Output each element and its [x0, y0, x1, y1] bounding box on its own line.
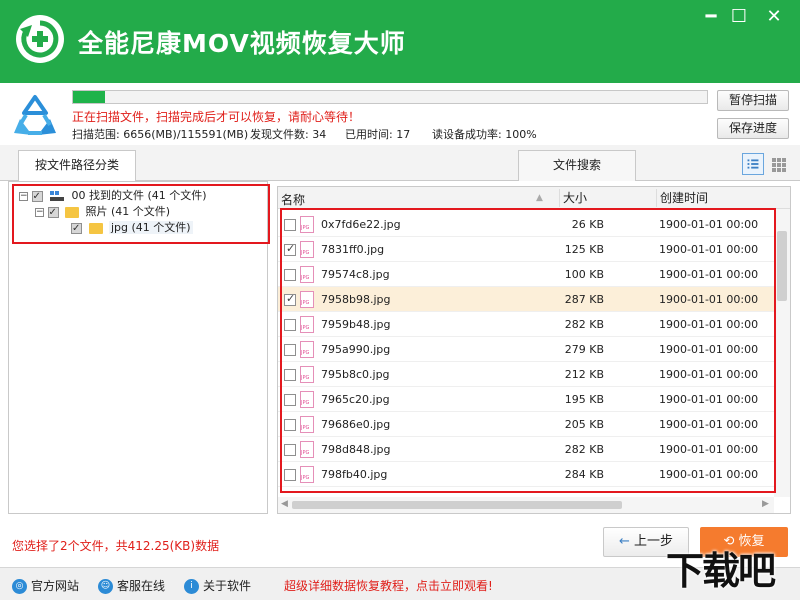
horizontal-scrollbar[interactable]: ◀ ▶	[278, 497, 774, 513]
watermark-text: 下载吧	[666, 549, 776, 593]
column-size-header[interactable]: 大小	[559, 189, 587, 207]
scan-range: 扫描范围: 6656(MB)/115591(MB)	[72, 128, 249, 141]
list-highlight-box	[280, 208, 776, 493]
save-progress-button[interactable]: 保存进度	[717, 118, 789, 139]
grid-view-icon[interactable]	[768, 153, 790, 175]
vertical-scrollbar[interactable]	[774, 209, 790, 497]
found-count: 发现文件数: 34	[250, 128, 327, 141]
elapsed-time: 已用时间: 17	[345, 128, 411, 141]
vertical-scroll-thumb[interactable]	[777, 231, 787, 301]
selection-summary: 您选择了2个文件，共412.25(KB)数据	[12, 539, 220, 553]
maximize-button[interactable]: ☐	[728, 6, 750, 28]
column-name-header[interactable]: 名称	[281, 191, 305, 208]
scroll-right-icon[interactable]: ▶	[762, 499, 769, 509]
close-button[interactable]: ✕	[763, 6, 785, 28]
about-link[interactable]: i 关于软件	[184, 577, 251, 594]
read-success-rate: 读设备成功率: 100%	[432, 128, 537, 141]
info-icon: i	[184, 579, 199, 594]
title-bar: 全能尼康MOV视频恢复大师 ━ ☐ ✕	[0, 0, 800, 83]
sort-arrow-icon: ▲	[536, 193, 543, 203]
list-view-icon[interactable]	[742, 153, 764, 175]
recycle-scan-icon	[14, 95, 56, 135]
chat-icon: ☺	[98, 579, 113, 594]
watermark-logo: 下载吧	[664, 540, 800, 600]
tab-by-path[interactable]: 按文件路径分类	[18, 150, 136, 181]
scan-status-text: 正在扫描文件，扫描完成后才可以恢复，请耐心等待！	[72, 110, 361, 124]
official-site-link[interactable]: ◎ 官方网站	[12, 577, 79, 594]
pause-scan-button[interactable]: 暂停扫描	[717, 90, 789, 111]
tutorial-promo-link[interactable]: 超级详细数据恢复教程，点击立即观看!	[284, 577, 493, 594]
scan-panel: 正在扫描文件，扫描完成后才可以恢复，请耐心等待！ 扫描范围: 6656(MB)/…	[0, 83, 800, 145]
minimize-button[interactable]: ━	[700, 6, 722, 28]
globe-icon: ◎	[12, 579, 27, 594]
arrow-left-icon: ←	[618, 534, 634, 549]
horizontal-scroll-thumb[interactable]	[292, 501, 622, 509]
tree-highlight-box	[12, 184, 270, 244]
support-link[interactable]: ☺ 客服在线	[98, 577, 165, 594]
app-logo-icon	[16, 15, 64, 63]
tab-file-search[interactable]: 文件搜索	[518, 150, 636, 181]
app-title: 全能尼康MOV视频恢复大师	[78, 29, 406, 58]
scroll-left-icon[interactable]: ◀	[281, 499, 288, 509]
column-created-header[interactable]: 创建时间	[656, 189, 708, 207]
scan-progress-fill	[73, 91, 105, 103]
tabs-row: 按文件路径分类 文件搜索	[0, 145, 800, 181]
file-list-header: 名称 ▲ 大小 创建时间	[278, 187, 790, 209]
scan-progress-bar	[72, 90, 708, 104]
